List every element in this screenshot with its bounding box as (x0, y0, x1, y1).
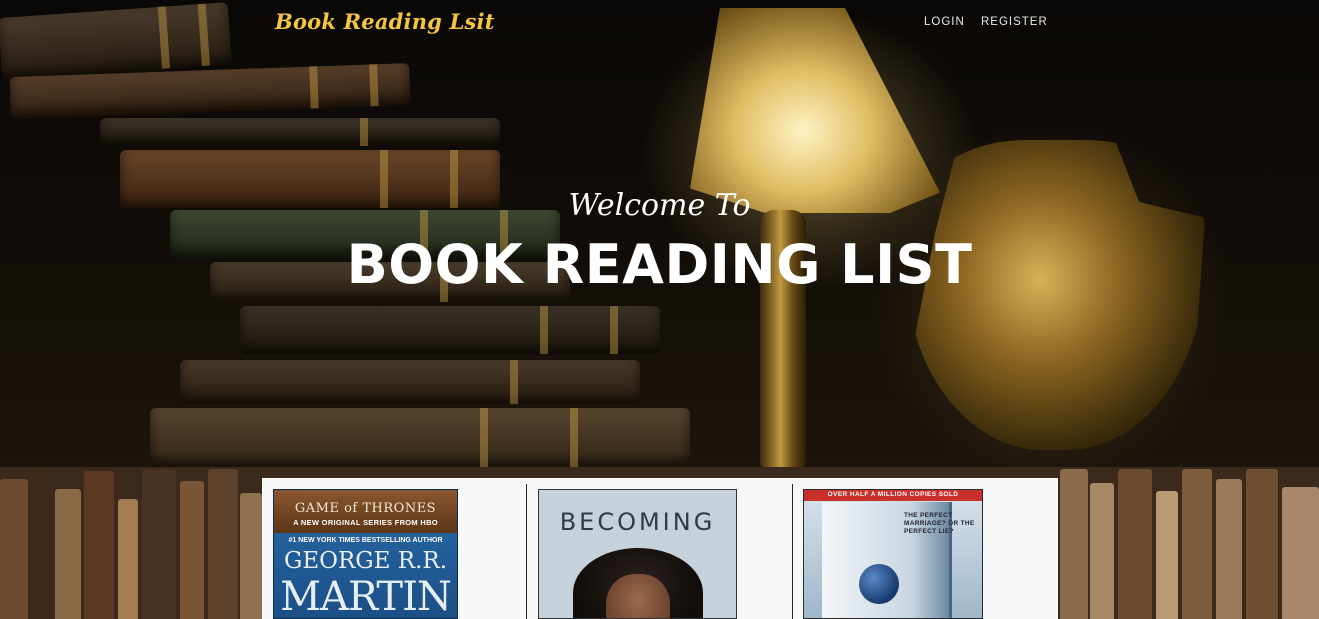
door-knob (859, 564, 899, 604)
hero-headline: BOOK READING LIST (346, 233, 973, 296)
book-list-panel: GAME of THRONES A NEW ORIGINAL SERIES FR… (262, 478, 1058, 619)
cover-tagline: #1 NEW YORK TIMES BESTSELLING AUTHOR (288, 537, 443, 544)
cover-author-last: MARTIN (280, 574, 452, 619)
book-cover-perfect-marriage[interactable]: OVER HALF A MILLION COPIES SOLD THE PERF… (803, 489, 983, 619)
lamp-shade (690, 8, 940, 213)
cover-blurb: THE PERFECT MARRIAGE? OR THE PERFECT LIE… (904, 512, 975, 535)
brand-logo[interactable]: Book Reading Lsit (275, 9, 495, 34)
cover-banner: OVER HALF A MILLION COPIES SOLD (827, 491, 959, 498)
column-divider (792, 484, 793, 619)
cover-series-title: GAME of THRONES (294, 501, 437, 516)
cover-title: BECOMING (559, 508, 716, 536)
hero-welcome-text: Welcome To (568, 188, 751, 223)
book-cover-game-of-thrones[interactable]: GAME of THRONES A NEW ORIGINAL SERIES FR… (273, 489, 458, 619)
register-link[interactable]: REGISTER (981, 16, 1048, 28)
cover-author-first: GEORGE R.R. (283, 548, 448, 574)
book-cover-becoming[interactable]: BECOMING (538, 489, 737, 619)
login-link[interactable]: LOGIN (924, 16, 965, 28)
cover-series-sub: A NEW ORIGINAL SERIES FROM HBO (293, 518, 438, 527)
hero-section: Book Reading Lsit LOGIN REGISTER Welcome… (0, 0, 1319, 467)
column-divider (526, 484, 527, 619)
